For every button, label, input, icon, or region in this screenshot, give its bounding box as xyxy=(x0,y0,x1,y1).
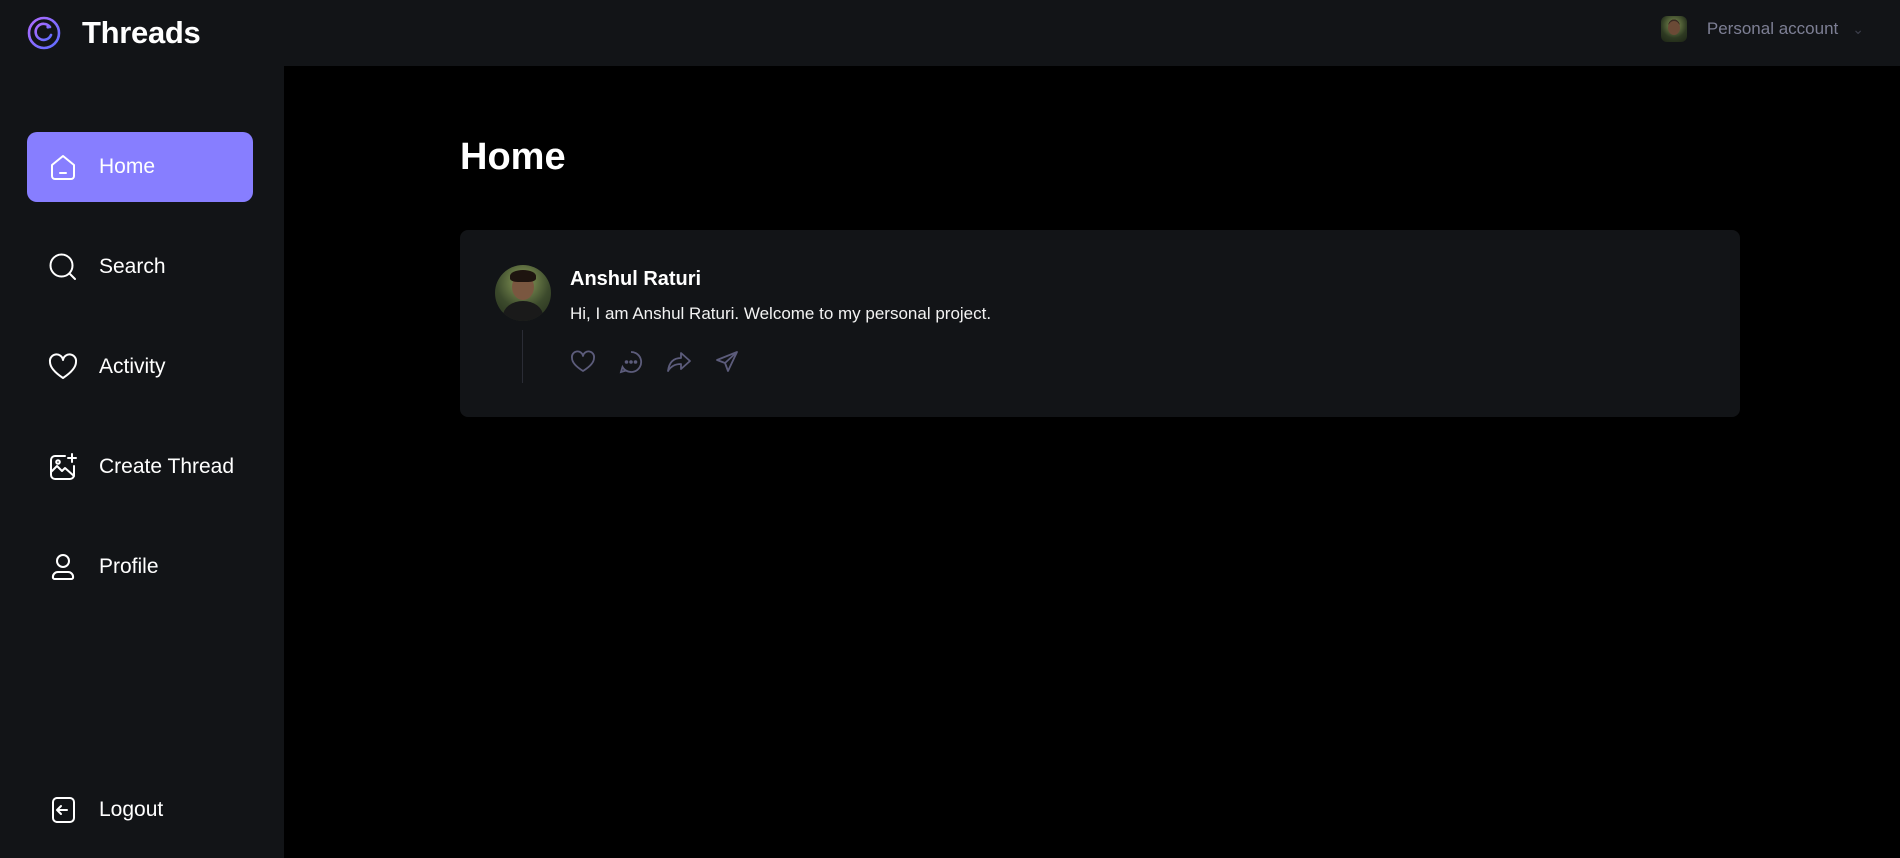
logout-label: Logout xyxy=(99,798,164,821)
brand[interactable]: Threads xyxy=(26,15,201,51)
thread-card[interactable]: Anshul Raturi Hi, I am Anshul Raturi. We… xyxy=(460,230,1740,417)
sidebar-item-label: Profile xyxy=(99,555,159,578)
thread-connector-line xyxy=(522,330,523,383)
account-avatar xyxy=(1660,16,1687,42)
account-switcher[interactable]: Personal account ⌄ xyxy=(1660,16,1864,42)
sidebar-item-label: Activity xyxy=(99,355,166,378)
sidebar-item-label: Create Thread xyxy=(99,455,235,478)
thread-author[interactable]: Anshul Raturi xyxy=(570,268,701,291)
sidebar-item-activity[interactable]: Activity xyxy=(27,332,253,402)
home-icon xyxy=(47,151,79,183)
main-content: Home Anshul Raturi Hi, I am Anshul Ratur… xyxy=(284,66,1900,858)
thread-text: Hi, I am Anshul Raturi. Welcome to my pe… xyxy=(570,304,992,323)
sidebar-item-profile[interactable]: Profile xyxy=(27,532,253,602)
sidebar-item-search[interactable]: Search xyxy=(27,232,253,302)
sidebar-item-create-thread[interactable]: Create Thread xyxy=(27,432,253,502)
logout-button[interactable]: Logout xyxy=(27,775,253,845)
author-avatar[interactable] xyxy=(495,265,551,321)
sidebar-item-home[interactable]: Home xyxy=(27,132,253,202)
user-icon xyxy=(47,551,79,583)
heart-icon xyxy=(47,351,79,383)
reply-icon[interactable] xyxy=(618,349,644,375)
account-label: Personal account xyxy=(1706,19,1839,38)
create-thread-icon xyxy=(47,451,79,483)
page-title: Home xyxy=(460,136,566,178)
topbar: Threads Personal account ⌄ xyxy=(0,0,1900,66)
share-icon[interactable] xyxy=(714,349,740,375)
chevron-down-icon: ⌄ xyxy=(1852,20,1864,37)
sidebar-item-label: Home xyxy=(99,155,156,178)
repost-icon[interactable] xyxy=(666,349,692,375)
search-icon xyxy=(47,251,79,283)
thread-actions xyxy=(570,349,740,375)
like-icon[interactable] xyxy=(570,349,596,375)
sidebar: Home Search Activity Create Thread Profi… xyxy=(0,66,284,858)
threads-logo-icon xyxy=(26,15,62,51)
logout-icon xyxy=(47,794,79,826)
sidebar-item-label: Search xyxy=(99,255,166,278)
brand-name: Threads xyxy=(82,15,201,50)
